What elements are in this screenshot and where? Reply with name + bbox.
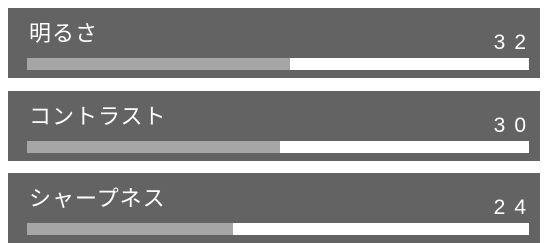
brightness-slider[interactable] [27, 58, 529, 70]
contrast-slider-fill [27, 141, 280, 153]
brightness-setting[interactable]: 明るさ 32 [8, 8, 540, 78]
contrast-slider[interactable] [27, 141, 529, 153]
contrast-setting[interactable]: コントラスト 30 [8, 91, 540, 161]
contrast-label: コントラスト [29, 105, 167, 130]
contrast-value: 30 [493, 114, 535, 137]
sharpness-setting[interactable]: シャープネス 24 [8, 173, 540, 243]
sharpness-slider[interactable] [27, 223, 529, 235]
brightness-label: 明るさ [29, 22, 99, 47]
brightness-value: 32 [493, 31, 535, 54]
brightness-slider-fill [27, 58, 290, 70]
sharpness-label: シャープネス [29, 187, 166, 212]
sharpness-value: 24 [493, 196, 535, 219]
sharpness-slider-fill [27, 223, 233, 235]
